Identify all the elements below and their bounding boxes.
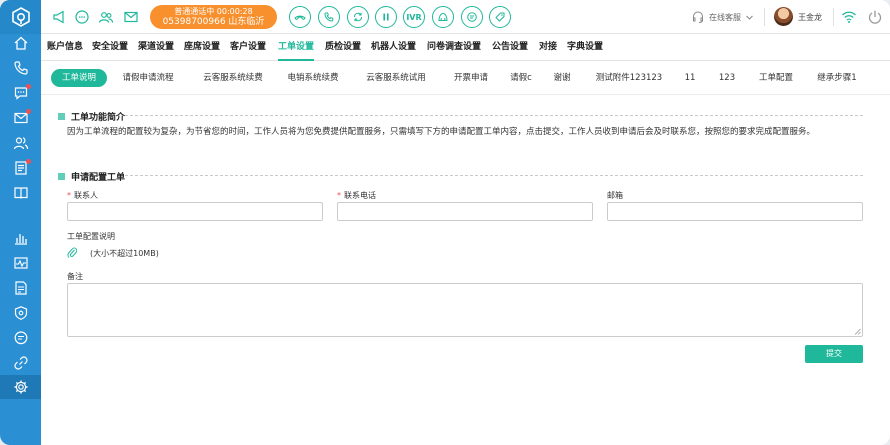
form-section-title: 申请配置工单 [58,170,125,183]
headset-icon [693,11,703,23]
mail-badge [26,109,31,114]
subtab-leave-c[interactable]: 请假c [506,69,536,87]
subtab-inherit-step[interactable]: 继承步骤1 [813,69,861,87]
subtab-leave-process[interactable]: 请假申请流程 [119,69,177,87]
app-logo [0,0,41,34]
subtab-11[interactable]: 11 [681,69,699,87]
bar-chart-icon[interactable] [0,226,41,250]
ticket-intro-panel: 工单功能简介 因为工单流程的配置较为复杂，为节省您的时间，工作人员将为您免费提供… [41,95,890,445]
subtab-ticket-config[interactable]: 工单配置 [754,69,798,87]
remark-textarea[interactable] [67,283,863,337]
sidebar [0,0,41,445]
call-status-text: 普通通话中 00:00:28 [174,7,253,16]
monitor-icon[interactable] [0,251,41,275]
menu-item-robot[interactable]: 机器人设置 [371,34,416,61]
menu-item-seat[interactable]: 座席设置 [184,34,220,61]
subtab-cloud-renewal[interactable]: 云客服系统续费 [198,69,268,87]
menu-item-dictionary[interactable]: 字典设置 [567,34,603,61]
menu-item-customer[interactable]: 客户设置 [230,34,266,61]
avatar[interactable] [774,7,793,26]
ticket-subtabs: 工单说明 请假申请流程 云客服系统续费 电销系统续费 云客服系统试用 开票申请 … [41,61,890,95]
section-divider [125,115,863,116]
subtab-test-attachment[interactable]: 测试附件123123 [594,69,664,87]
settings-gear-icon[interactable] [0,375,41,399]
announcement-icon[interactable] [51,9,67,25]
subtab-123[interactable]: 123 [715,69,739,87]
user-name[interactable]: 王金龙 [798,12,822,23]
settings-menu: 账户信息 安全设置 渠道设置 座席设置 客户设置 工单设置 质检设置 机器人设置… [41,34,890,61]
wifi-icon [841,9,857,25]
transfer-call-button[interactable] [318,6,340,28]
tag-button[interactable] [489,6,511,28]
chat-icon[interactable] [0,81,41,105]
ivr-button[interactable]: IVR [403,6,425,28]
phone-input[interactable] [337,202,593,221]
chevron-down-icon [746,15,753,20]
remark-label: 备注 [67,272,83,281]
call-number-text: 05398700966 山东临沂 [162,17,265,27]
menu-item-ticket[interactable]: 工单设置 [278,34,315,61]
menu-item-account[interactable]: 账户信息 [47,34,83,61]
agent-status-text: 在线客服 [709,12,741,22]
subtab-cloud-trial[interactable]: 云客服系统试用 [361,69,431,87]
hold-call-button[interactable] [375,6,397,28]
subtab-telesales-renewal[interactable]: 电销系统续费 [283,69,343,87]
menu-item-integration[interactable]: 对接 [539,34,557,61]
subtab-ticket-intro[interactable]: 工单说明 [51,69,107,87]
hangup-button[interactable] [289,6,311,28]
users-icon[interactable] [0,131,41,155]
message-icon[interactable] [0,326,41,350]
paperclip-icon[interactable] [67,246,77,258]
required-mark: * [67,191,71,200]
knowledge-book-icon[interactable] [0,181,41,205]
section-marker [58,113,65,120]
consult-call-button[interactable] [347,6,369,28]
menu-item-survey[interactable]: 问卷调查设置 [427,34,481,61]
ticket-badge [26,159,31,164]
subtab-invoice[interactable]: 开票申请 [448,69,494,87]
contact-label: * 联系人 [67,191,98,200]
ticket-list-icon[interactable] [0,156,41,180]
required-mark: * [337,191,341,200]
attachment-size-hint: (大小不超过10MB) [90,249,159,258]
email-icon[interactable] [123,9,139,25]
home-icon[interactable] [0,31,41,55]
attachment-label: 工单配置说明 [67,232,115,241]
phone-label: * 联系电话 [337,191,376,200]
contact-input[interactable] [67,202,323,221]
email-label: 邮箱 [607,191,623,200]
email-input[interactable] [607,202,863,221]
online-chat-icon[interactable] [74,9,90,25]
intro-text: 因为工单流程的配置较为复杂，为节省您的时间，工作人员将为您免费提供配置服务，只需… [67,127,816,137]
mail-icon[interactable] [0,106,41,130]
link-icon[interactable] [0,351,41,375]
app-window: 普通通话中 00:00:28 05398700966 山东临沂 IVR 在线客服 [0,0,890,445]
menu-item-channel[interactable]: 渠道设置 [138,34,174,61]
subtab-thanks[interactable]: 谢谢 [550,69,574,87]
intro-section-title: 工单功能简介 [58,110,125,123]
section-marker [58,173,65,180]
top-bar: 普通通话中 00:00:28 05398700966 山东临沂 IVR 在线客服 [41,0,890,34]
resize-handle-icon[interactable] [854,328,861,335]
menu-item-notice[interactable]: 公告设置 [492,34,528,61]
phone-icon[interactable] [0,56,41,80]
call-status-pill[interactable]: 普通通话中 00:00:28 05398700966 山东临沂 [150,5,277,29]
divider [764,8,765,26]
submit-button[interactable]: 提交 [805,345,863,363]
satisfaction-survey-button[interactable] [432,6,454,28]
shield-icon[interactable] [0,301,41,325]
divider [833,8,834,26]
menu-item-quality[interactable]: 质检设置 [325,34,361,61]
chat-badge [26,84,31,89]
report-icon[interactable] [0,276,41,300]
agent-status-dropdown[interactable]: 在线客服 [691,10,754,24]
section-divider [125,175,863,176]
logout-power-icon[interactable] [867,9,883,25]
menu-item-security[interactable]: 安全设置 [92,34,128,61]
sms-button[interactable] [461,6,483,28]
contacts-icon[interactable] [98,9,114,25]
